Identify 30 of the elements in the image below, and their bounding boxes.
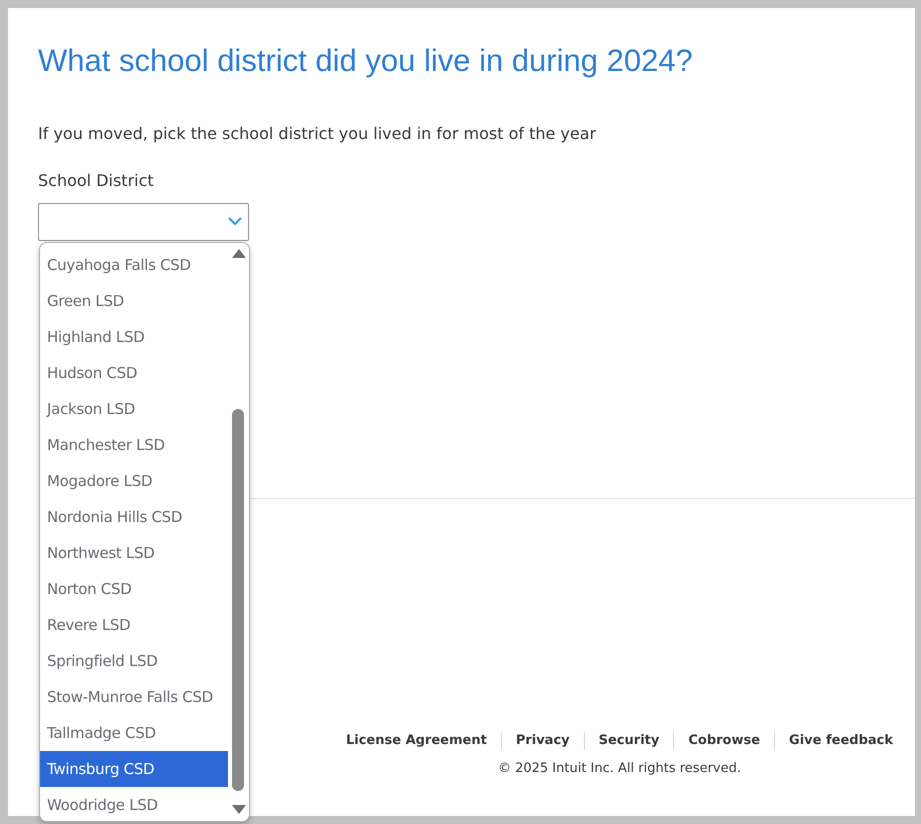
footer-link[interactable]: Cobrowse	[688, 731, 760, 750]
dropdown-option[interactable]: Green LSD	[40, 283, 228, 319]
copyright-text: © 2025 Intuit Inc. All rights reserved.	[498, 760, 741, 778]
footer-link[interactable]: Security	[598, 731, 660, 750]
scroll-up-icon[interactable]	[232, 249, 246, 258]
scrollbar-thumb[interactable]	[232, 409, 244, 791]
footer-link[interactable]: Give feedback	[789, 731, 893, 750]
dropdown-option[interactable]: Tallmadge CSD	[40, 715, 228, 751]
scroll-down-icon[interactable]	[232, 805, 246, 814]
dropdown-option[interactable]: Cuyahoga Falls CSD	[40, 247, 228, 283]
dropdown-option[interactable]: Springfield LSD	[40, 643, 228, 679]
dropdown-option[interactable]: Hudson CSD	[40, 355, 228, 391]
dropdown-option[interactable]: Mogadore LSD	[40, 463, 228, 499]
footer-link[interactable]: License Agreement	[346, 731, 487, 750]
footer-link[interactable]: Privacy	[516, 731, 570, 750]
dropdown-option[interactable]: Northwest LSD	[40, 535, 228, 571]
dropdown-option[interactable]: Nordonia Hills CSD	[40, 499, 228, 535]
dropdown-option[interactable]: Woodridge LSD	[40, 787, 228, 821]
dropdown-option[interactable]: Jackson LSD	[40, 391, 228, 427]
dropdown-option[interactable]: Manchester LSD	[40, 427, 228, 463]
dropdown-option[interactable]: Highland LSD	[40, 319, 228, 355]
dropdown-option[interactable]: Stow-Munroe Falls CSD	[40, 679, 228, 715]
field-label: School District	[38, 170, 154, 192]
page-heading: What school district did you live in during 2024?	[38, 42, 693, 80]
dropdown-option[interactable]: Revere LSD	[40, 607, 228, 643]
dropdown-option[interactable]: Twinsburg CSD	[40, 751, 228, 787]
instruction-text: If you moved, pick the school district you lived in for most of the year	[38, 123, 596, 145]
dropdown-field[interactable]	[38, 203, 249, 241]
chevron-down-icon	[228, 217, 242, 226]
dropdown-option[interactable]: Norton CSD	[40, 571, 228, 607]
